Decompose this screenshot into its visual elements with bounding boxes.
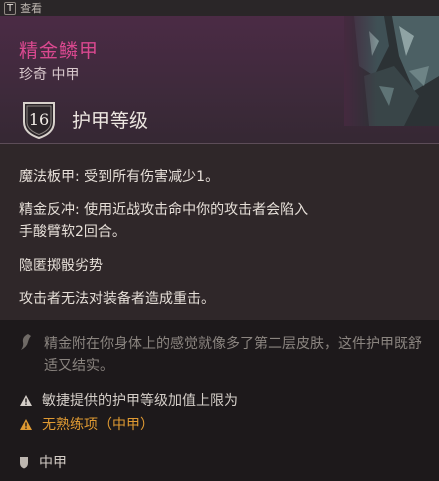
warning-icon — [20, 394, 32, 406]
item-header: 精金鳞甲 珍奇 中甲 16 护甲等级 — [0, 16, 439, 143]
property-magic-plate: 魔法板甲: 受到所有伤害减少1。 — [19, 169, 220, 185]
warning-dex-cap: 敏捷提供的护甲等级加值上限为 — [19, 390, 238, 410]
quill-icon — [21, 334, 31, 350]
armor-art-icon — [344, 16, 439, 126]
tooltip-topbar: T 查看 — [0, 0, 439, 16]
view-label[interactable]: 查看 — [20, 0, 42, 16]
warning-orange-icon — [20, 418, 32, 430]
property-no-crits: 攻击者无法对装备者造成重击。 — [19, 291, 215, 307]
item-name: 精金鳞甲 — [19, 40, 100, 62]
flavor-text: 精金附在你身体上的感觉就像多了第二层皮肤，这件护甲既舒适又结实。 — [44, 336, 422, 374]
property-adamantine-splinter: 精金反冲: 使用近战攻击命中你的攻击者会陷入 — [19, 202, 309, 218]
armor-type-row: 中甲 — [19, 452, 67, 472]
armor-type-label: 中甲 — [39, 455, 67, 471]
item-rarity-type: 珍奇 中甲 — [19, 67, 80, 83]
hotkey-badge: T — [4, 1, 17, 15]
armor-class-value: 16 — [28, 110, 50, 129]
property-adamantine-splinter-cont: 手酸臂软2回合。 — [19, 224, 126, 240]
armor-type-shield-icon — [20, 456, 28, 468]
text-fade — [260, 382, 320, 408]
armor-class-label: 护甲等级 — [72, 110, 149, 132]
warning-dex-cap-text: 敏捷提供的护甲等级加值上限为 — [42, 393, 238, 409]
property-stealth-disadvantage: 隐匿掷骰劣势 — [19, 258, 103, 274]
warning-no-proficiency: 无熟练项（中甲） — [19, 414, 154, 434]
armor-class-shield-icon: 16 — [21, 100, 57, 140]
warning-no-proficiency-text: 无熟练项（中甲） — [42, 417, 154, 433]
